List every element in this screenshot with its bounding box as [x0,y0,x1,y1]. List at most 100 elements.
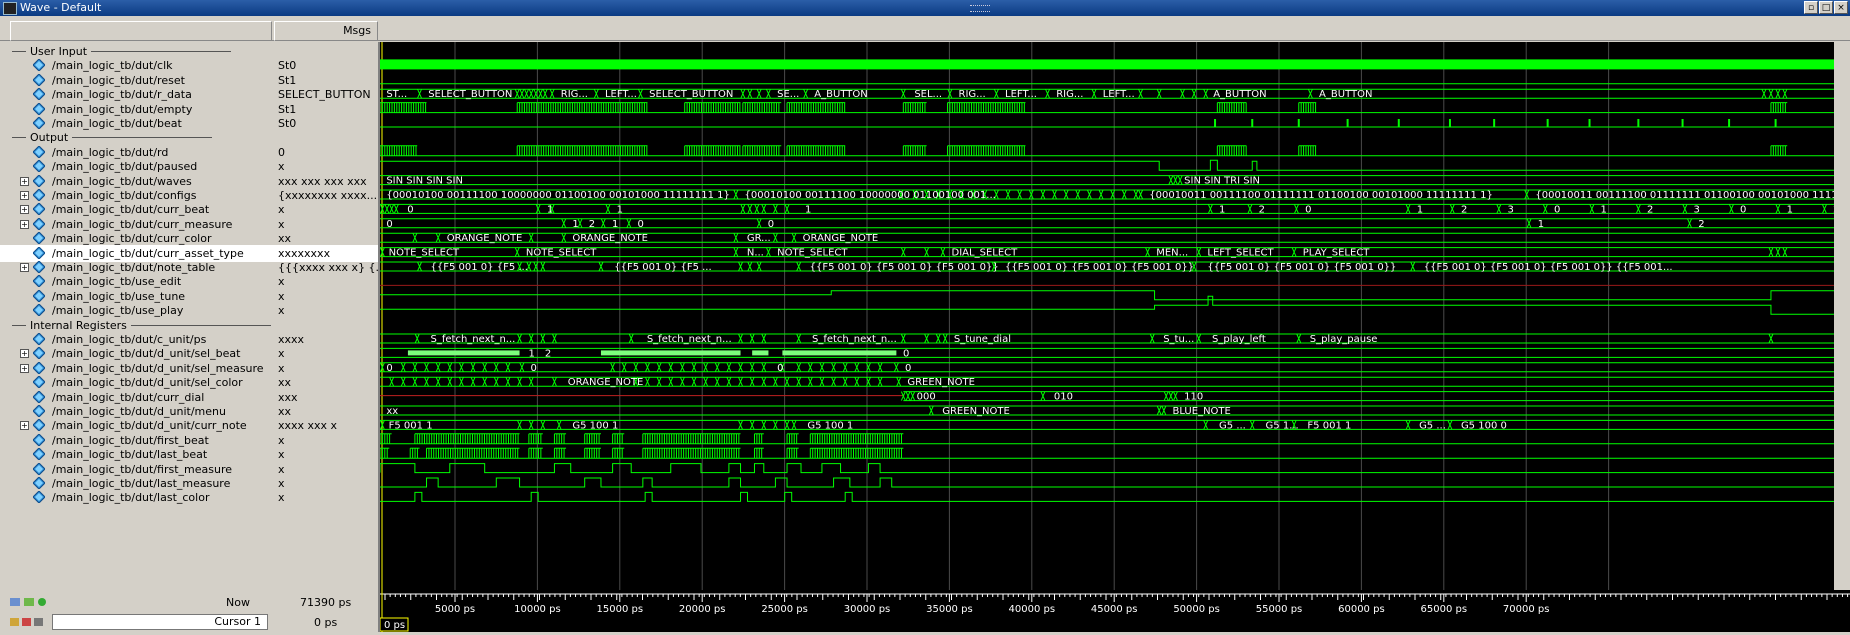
bus-value-label: {00010100 00111100 10000000 01100100 001… [386,190,730,201]
bus-value-label: ORANGE_NOTE [572,233,648,244]
bus-trace: 01210012 [380,218,1834,230]
bus-value-label: F5 001 1 [389,420,433,431]
bus-value-label: RIG... [561,89,588,100]
bus-value-label: 1 [805,204,811,215]
bus-value-label: SELECT_BUTTON [428,89,512,100]
bus-value-label: SELECT_BUTTON [649,89,733,100]
undock-button[interactable]: ▫ [1804,1,1818,14]
bus-value-label: SIN SIN TRI SIN [1184,176,1260,187]
bus-value-label: BLUE_NOTE [1173,406,1231,417]
cursor-name-field[interactable]: Cursor 1 [52,614,268,630]
bus-value-label: 010 [1054,392,1073,403]
vertical-scrollbar[interactable] [1834,42,1850,590]
signal-diamond-icon [33,275,45,288]
bus-value-label: A_BUTTON [1319,89,1372,100]
signal-row[interactable]: /main_logic_tb/dut/beat [0,115,274,132]
bus-value-label: 0 [905,363,911,374]
signal-diamond-icon [33,477,45,489]
signal-diamond-icon [33,203,45,216]
time-controls-icon[interactable] [10,596,52,608]
time-tick-label: 60000 ps [1338,604,1385,615]
bus-trace: NOTE_SELECT NOTE_SELECT N... NOTE_SELECT DIA… [380,247,1834,259]
time-tick-label: 55000 ps [1256,604,1303,615]
bus-value-label: S_tune_dial [954,334,1011,345]
bus-value-label: 0 [386,219,392,230]
title-bar: Wave - Default ▫ □ × [0,0,1850,16]
bus-value-label: S_play_pause [1310,334,1378,345]
bus-value-label: {{F5 001 0} {F5 001 0} {F5 001 0}} [1005,262,1194,273]
signal-name: /main_logic_tb/dut/beat [52,117,182,130]
time-tick-label: 70000 ps [1503,604,1550,615]
bus-value-label: 1 [1538,219,1544,230]
signal-diamond-icon [33,361,45,374]
expand-icon[interactable]: + [20,349,29,359]
signal-diamond-icon [33,347,45,360]
signal-diamond-icon [33,145,45,158]
bus-value-label: 2 [1461,204,1467,215]
bus-trace: {{F5 001 0} {F5 ... {{F5 001 0} {F5 ... {{… [380,261,1834,273]
expand-icon[interactable]: + [20,421,29,431]
bus-value-label: LEFT_SELECT [1207,248,1274,259]
bus-value-label: NOTE_SELECT [777,248,848,259]
msgs-header[interactable]: Msgs [274,21,378,41]
bus-value-label: {{F5 001 0} {F5 001 0} {F5 001 0}} [1207,262,1396,273]
bus-value-label: 2 [1698,219,1704,230]
signal-row[interactable]: /main_logic_tb/dut/last_color [0,489,274,506]
drag-grip-icon[interactable] [970,5,990,12]
now-value: 71390 ps [300,596,352,609]
signal-diamond-icon [33,88,45,101]
time-tick-label: 10000 ps [514,604,561,615]
bus-trace: F5 001 1 G5 100 1 G5 100 1 G5 ... G5 1... F5 … [380,419,1834,431]
time-tick-label: 40000 ps [1009,604,1056,615]
bus-value-label: 1 [612,219,618,230]
time-tick-label: 5000 ps [435,604,475,615]
expand-icon[interactable]: + [20,263,29,272]
bus-value-label: LEFT... [605,89,637,100]
bus-trace: S_fetch_next_n... S_fetch_next_n... S_fetc… [380,333,1834,345]
bus-value-label: {00010011 00111100 01111111 01100100 001… [1535,190,1834,201]
bus-value-label: LEFT... [1103,89,1135,100]
cursor-tools-icon[interactable] [10,616,44,628]
bus-value-label: 1 [1417,204,1423,215]
signal-row[interactable]: /main_logic_tb/use_play [0,302,274,319]
expand-icon[interactable]: + [20,219,29,229]
signal-diamond-icon [33,59,45,72]
clock-trace [380,59,1834,70]
bus-value-label: S_fetch_next_n... [647,334,732,345]
signal-name-pane: User Input Output Internal Registers/main_… [0,42,274,590]
bus-trace: 01111201230123012 [380,203,1834,215]
signal-diamond-icon [33,333,45,345]
digital-trace [380,290,1834,301]
bus-value-label: DIAL_SELECT [952,248,1019,259]
signal-name-header[interactable] [10,21,272,41]
bus-value-label: xx [386,406,398,417]
close-button[interactable]: × [1834,1,1848,14]
signal-value: x [278,491,285,505]
signal-diamond-icon [33,433,45,446]
expand-icon[interactable]: + [20,191,29,200]
bus-trace: {00010100 00111100 10000000 01100100 001… [380,189,1834,201]
pulse-trace [380,433,1834,445]
signal-value-pane: St0 St1 SELECT_BUTTON St1 St0 0 x xxx xxx xxx x… [274,42,378,590]
bus-value-label: GREEN_NOTE [942,406,1010,417]
waveform-pane[interactable]: ST... SELECT_BUTTON RIG... LEFT... SELECT_BU… [380,42,1850,590]
bus-value-label: SE... [777,89,799,100]
group-label: Output [30,131,69,145]
time-tick-label: 65000 ps [1421,604,1468,615]
expand-icon[interactable]: + [20,205,29,215]
bus-value-label: S_play_left [1212,334,1266,345]
maximize-button[interactable]: □ [1819,1,1833,14]
bus-value-label: 0 [386,363,392,374]
bus-value-label: 0 [1305,204,1311,215]
signal-diamond-icon [33,246,45,259]
signal-name: /main_logic_tb/dut/last_color [52,491,210,505]
bus-value-label: PLAY_SELECT [1303,248,1371,259]
expand-icon[interactable]: + [20,363,29,373]
time-ruler[interactable]: 5000 ps 10000 ps 15000 ps 20000 ps 25000 ps 3… [379,590,1850,632]
bus-value-label: 2 [589,219,595,230]
bus-value-label: G5 ... [1419,420,1446,431]
signal-diamond-icon [33,462,45,475]
bus-trace: SIN SIN SIN SIN SIN SIN TRI SIN [380,175,1834,187]
app-icon [3,2,17,15]
expand-icon[interactable]: + [20,176,29,186]
